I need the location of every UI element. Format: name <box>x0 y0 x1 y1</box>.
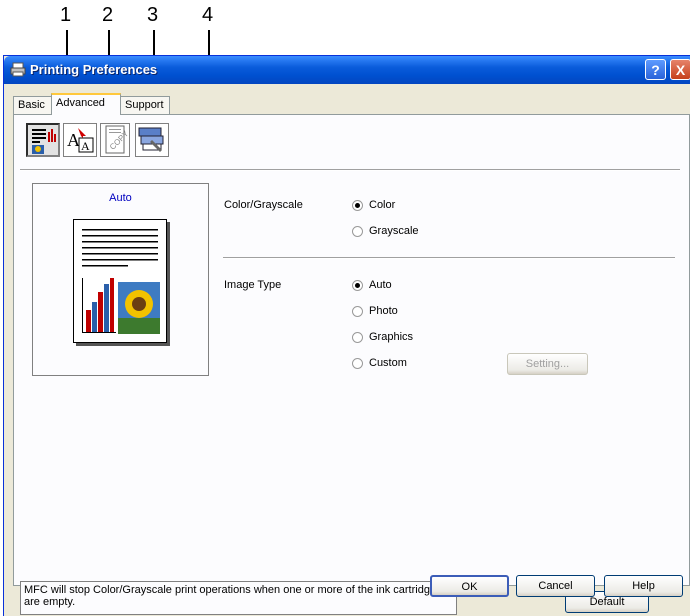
ink-warning-message: MFC will stop Color/Grayscale print oper… <box>20 581 457 615</box>
window-title: Printing Preferences <box>30 62 158 77</box>
title-bar[interactable]: Printing Preferences ? X <box>4 56 690 84</box>
grayscale-radio-dot[interactable] <box>352 226 363 237</box>
print-quality-button[interactable] <box>26 123 60 157</box>
color-radio-dot[interactable] <box>352 200 363 211</box>
help-button[interactable]: Help <box>604 575 683 597</box>
graphics-radio-dot[interactable] <box>352 332 363 343</box>
font-icon: A A <box>67 128 94 153</box>
watermark-icon: COPY <box>105 125 129 154</box>
callout-4: 4 <box>202 4 214 26</box>
custom-radio-label: Custom <box>369 357 407 369</box>
section-divider <box>223 257 675 259</box>
help-title-button[interactable]: ? <box>645 59 666 80</box>
photo-radio-label: Photo <box>369 305 398 317</box>
device-options-button[interactable] <box>135 123 169 157</box>
color-radio-label: Color <box>369 199 396 211</box>
advanced-tab-panel: A A COPY Auto Color/Grayscale Color Gray… <box>13 114 690 615</box>
tab-basic[interactable]: Basic <box>13 96 52 114</box>
grayscale-radio-label: Grayscale <box>369 225 419 237</box>
ok-button[interactable]: OK <box>430 575 509 597</box>
svg-text:A: A <box>67 130 80 150</box>
auto-radio-label: Auto <box>369 279 392 291</box>
print-quality-icon <box>32 129 56 154</box>
color-grayscale-label: Color/Grayscale <box>224 199 303 211</box>
tab-support[interactable]: Support <box>120 96 170 114</box>
document-preview-image <box>82 229 160 334</box>
device-options-icon <box>138 127 164 152</box>
tab-advanced[interactable]: Advanced <box>51 93 121 115</box>
svg-text:A: A <box>81 139 90 153</box>
toolbar-divider <box>20 169 680 171</box>
font-button[interactable]: A A <box>63 123 97 157</box>
close-button[interactable]: X <box>670 59 690 80</box>
custom-radio-dot[interactable] <box>352 358 363 369</box>
callout-1: 1 <box>60 4 72 26</box>
callout-2: 2 <box>102 4 114 26</box>
preview-box: Auto <box>32 183 209 376</box>
printer-icon <box>10 62 26 77</box>
auto-radio-dot[interactable] <box>352 280 363 291</box>
watermark-button[interactable]: COPY <box>100 123 130 157</box>
printing-preferences-dialog: Printing Preferences ? X Basic Advanced … <box>3 55 690 616</box>
setting-button[interactable]: Setting... <box>507 353 588 375</box>
graphics-radio-label: Graphics <box>369 331 414 343</box>
cancel-button[interactable]: Cancel <box>516 575 595 597</box>
photo-radio-dot[interactable] <box>352 306 363 317</box>
image-type-label: Image Type <box>224 279 282 291</box>
preview-label: Auto <box>109 192 132 204</box>
callout-3: 3 <box>147 4 159 26</box>
preview-document <box>73 219 167 343</box>
